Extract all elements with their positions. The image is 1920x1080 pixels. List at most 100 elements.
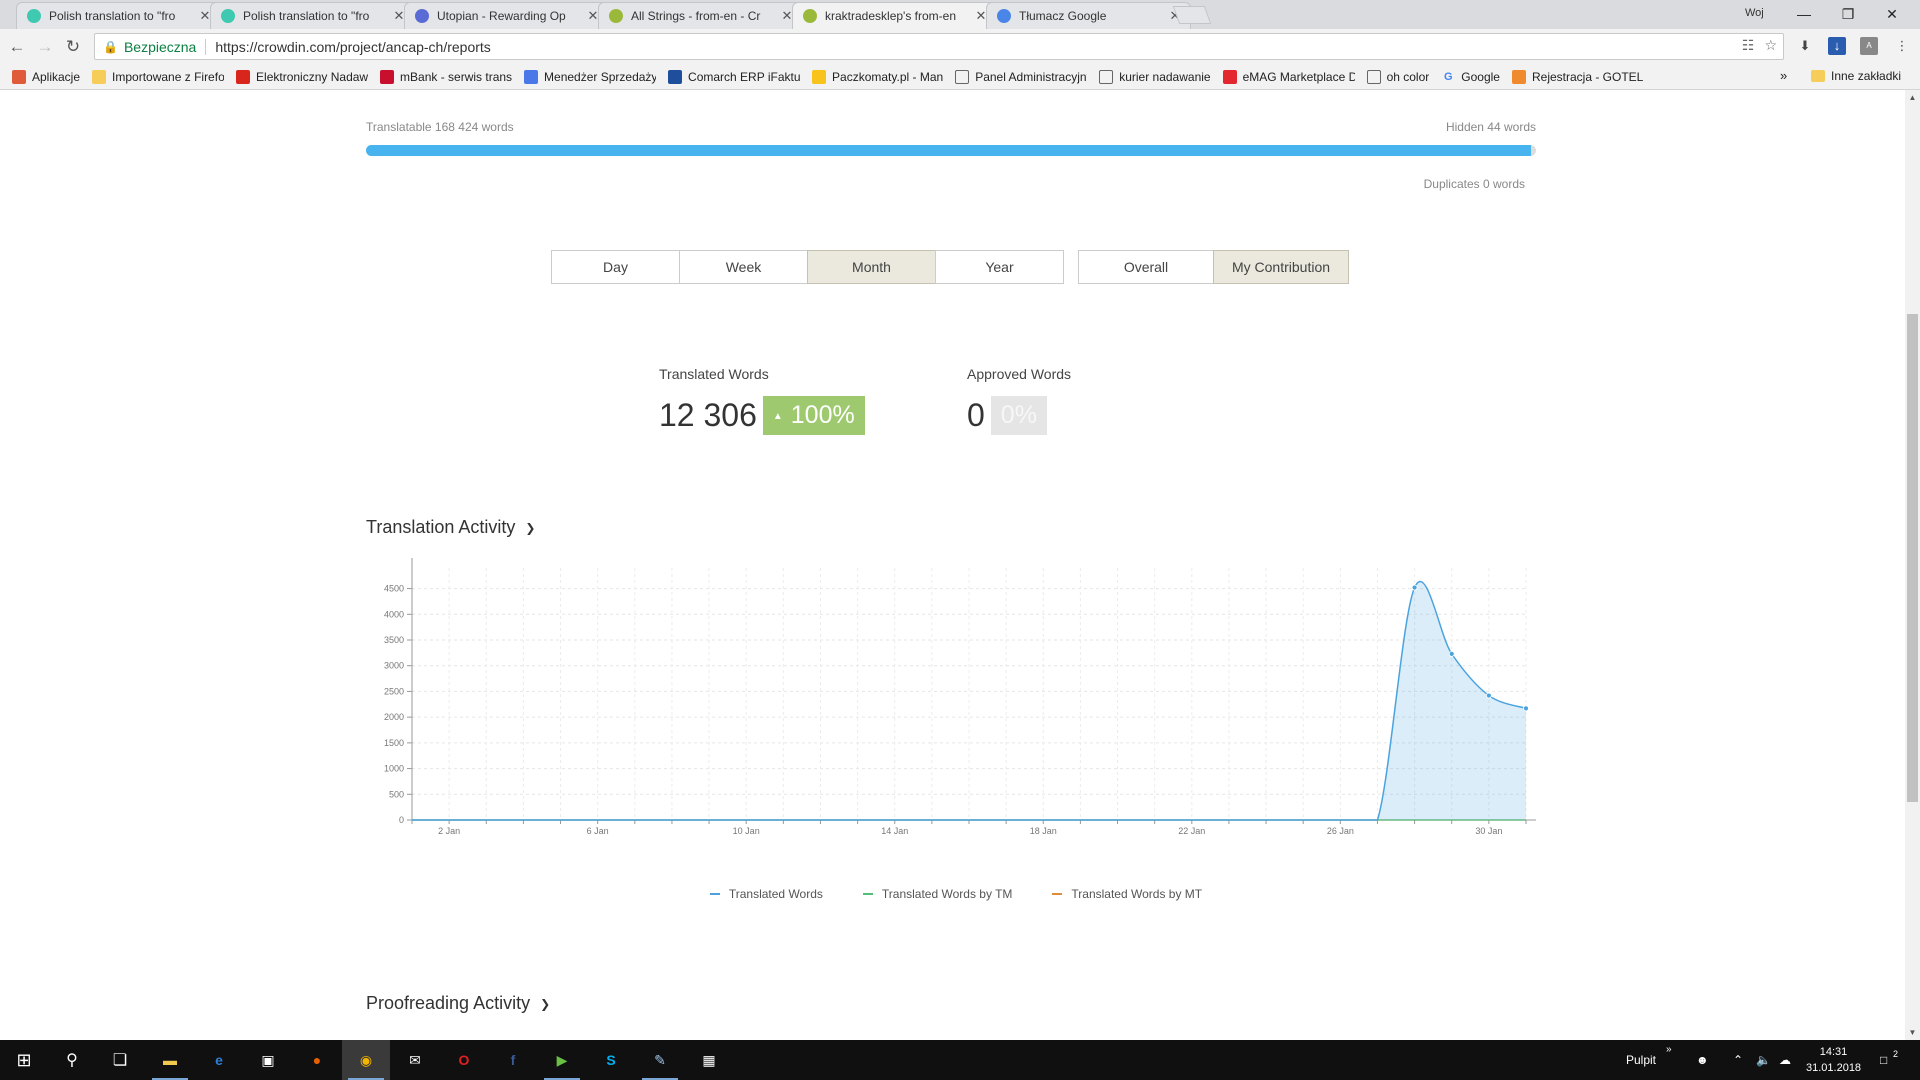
close-window-icon[interactable]: ✕ [1872, 2, 1912, 26]
proofreading-activity-title: Proofreading Activity [366, 993, 531, 1013]
restore-icon[interactable]: ❐ [1828, 2, 1868, 26]
bookmark-label: oh color [1386, 69, 1430, 84]
other-bookmarks[interactable]: Inne zakładki [1811, 69, 1901, 83]
scroll-up-icon[interactable]: ▲ [1905, 90, 1920, 105]
people-icon[interactable]: ☻ [1696, 1040, 1709, 1080]
bookmark-label: Rejestracja - GOTEL I [1531, 69, 1644, 84]
bookmark-item[interactable]: Panel Administracyjny [955, 69, 1087, 84]
proofreading-activity-toggle[interactable]: Proofreading Activity ❯ [366, 993, 550, 1014]
url-text[interactable]: https://crowdin.com/project/ancap-ch/rep… [215, 39, 490, 55]
extension-save-icon[interactable]: ↓ [1828, 37, 1846, 55]
taskbar-app[interactable]: f [489, 1040, 537, 1080]
bookmark-item[interactable]: kurier nadawanie [1099, 69, 1211, 84]
scrollbar-thumb[interactable] [1907, 314, 1918, 802]
download-icon[interactable]: ⬇ [1796, 37, 1814, 55]
taskbar-app[interactable]: ▦ [685, 1040, 733, 1080]
menu-icon[interactable]: ⋮ [1893, 37, 1911, 55]
browser-profile-name[interactable]: Woj [1745, 7, 1764, 19]
taskbar-app[interactable]: S [587, 1040, 635, 1080]
file-explorer-icon: ▬ [163, 1052, 177, 1068]
windows-start-icon[interactable]: ⊞ [0, 1040, 48, 1080]
bookmark-item[interactable]: Paczkomaty.pl - Man [812, 69, 943, 84]
bookmark-label: Google [1461, 69, 1500, 84]
bookmark-label: Aplikacje [32, 69, 81, 84]
google-icon: G [1444, 70, 1453, 83]
action-center-icon[interactable]: □ [1880, 1040, 1887, 1080]
taskbar-app[interactable]: ● [293, 1040, 341, 1080]
period-month-button[interactable]: Month [807, 250, 936, 284]
taskbar-app[interactable]: ◉ [342, 1040, 390, 1080]
notification-count: 2 [1893, 1049, 1899, 1059]
scope-my-contribution-button[interactable]: My Contribution [1213, 250, 1349, 284]
browser-tab[interactable]: All Strings - from-en - Cr ✕ [598, 2, 803, 29]
extension-ad-icon[interactable]: A [1860, 37, 1878, 55]
toolbar-expand-icon[interactable]: » [1666, 1040, 1672, 1080]
page-scrollbar[interactable]: ▲ ▼ [1905, 90, 1920, 1040]
browser-tab[interactable]: kraktradesklep's from-en ✕ [792, 2, 997, 29]
task-view-icon[interactable]: ❏ [96, 1040, 144, 1080]
scroll-down-icon[interactable]: ▼ [1905, 1025, 1920, 1040]
emag-icon [1222, 69, 1237, 84]
minimize-icon[interactable]: — [1784, 2, 1824, 26]
translatable-words: Translatable 168 424 words [366, 120, 514, 134]
forward-icon[interactable]: → [34, 36, 56, 58]
taskbar-app[interactable]: ▶ [538, 1040, 586, 1080]
legend-label: Translated Words by TM [881, 887, 1013, 901]
bookmark-item[interactable]: Rejestracja - GOTEL I [1511, 69, 1644, 84]
onedrive-icon[interactable]: ☁ [1779, 1040, 1791, 1080]
taskbar-app[interactable]: e [195, 1040, 243, 1080]
calculator-icon: ▦ [702, 1052, 716, 1068]
bookmark-star-icon[interactable]: ☆ [1764, 37, 1777, 54]
bookmark-label: Menedżer Sprzedaży [544, 69, 657, 84]
bookmark-item[interactable]: oh color [1366, 69, 1430, 84]
search-icon[interactable]: ⚲ [48, 1040, 96, 1080]
taskbar-app[interactable]: ▣ [244, 1040, 292, 1080]
scope-overall-button[interactable]: Overall [1078, 250, 1214, 284]
bookmark-item[interactable]: Aplikacje [12, 69, 81, 84]
legend-item[interactable]: Translated Words by MT [1052, 887, 1202, 901]
bookmark-item[interactable]: mBank - serwis transa [380, 69, 512, 84]
reload-icon[interactable]: ↻ [62, 36, 84, 58]
tab-favicon-icon [221, 9, 235, 23]
taskbar-app[interactable]: ✉ [391, 1040, 439, 1080]
period-year-button[interactable]: Year [935, 250, 1064, 284]
translatable-progress-bar [366, 145, 1536, 156]
bookmark-item[interactable]: Comarch ERP iFaktury [668, 69, 801, 84]
system-clock[interactable]: 14:31 31.01.2018 [1806, 1044, 1861, 1076]
clock-time: 14:31 [1819, 1046, 1848, 1058]
desktop-toolbar-label[interactable]: Pulpit [1626, 1040, 1656, 1080]
browser-tab[interactable]: Polish translation to "fro ✕ [210, 2, 415, 29]
other-bookmarks-label: Inne zakładki [1831, 69, 1902, 83]
translation-activity-toggle[interactable]: Translation Activity ❯ [366, 517, 535, 538]
new-tab-button[interactable] [1172, 6, 1212, 24]
browser-tab[interactable]: Polish translation to "fro ✕ [16, 2, 221, 29]
translation-activity-chart: 0 500 1000 1500 2000 2500 3000 3500 4000 4500 2 Ja… [384, 558, 1536, 836]
y-tick-label: 4000 [384, 609, 404, 619]
bookmarks-overflow-button[interactable]: » [1780, 68, 1787, 83]
y-tick-label: 2500 [384, 686, 404, 696]
period-day-button[interactable]: Day [551, 250, 680, 284]
bookmark-label: Comarch ERP iFaktury [688, 69, 801, 84]
bookmark-item[interactable]: Elektroniczny Nadaw [236, 69, 368, 84]
volume-icon[interactable]: 🔈 [1756, 1040, 1771, 1080]
browser-tab[interactable]: Utopian - Rewarding Op ✕ [404, 2, 609, 29]
bookmark-item[interactable]: Menedżer Sprzedaży [524, 69, 657, 84]
opera-icon: O [458, 1052, 470, 1068]
bookmark-item[interactable]: G Google [1441, 70, 1500, 84]
taskbar-app[interactable]: O [440, 1040, 488, 1080]
chrome-icon: ◉ [359, 1052, 373, 1068]
legend-item[interactable]: Translated Words [709, 887, 823, 901]
browser-tab[interactable]: Tłumacz Google ✕ [986, 2, 1191, 29]
bookmark-item[interactable]: Importowane z Firefo [92, 69, 224, 84]
show-hidden-icons-icon[interactable]: ⌃ [1733, 1040, 1743, 1080]
bookmark-item[interactable]: eMAG Marketplace D [1222, 69, 1355, 84]
address-bar[interactable]: 🔒 Bezpieczna https://crowdin.com/project… [94, 33, 1784, 60]
back-icon[interactable]: ← [6, 36, 28, 58]
taskbar-app[interactable]: ▬ [146, 1040, 194, 1080]
period-week-button[interactable]: Week [679, 250, 808, 284]
legend-item[interactable]: Translated Words by TM [862, 887, 1013, 901]
x-tick-label: 2 Jan [438, 826, 460, 836]
taskbar-app[interactable]: ✎ [636, 1040, 684, 1080]
translate-icon[interactable]: ☷ [1742, 37, 1755, 54]
legend-swatch [1052, 893, 1063, 895]
